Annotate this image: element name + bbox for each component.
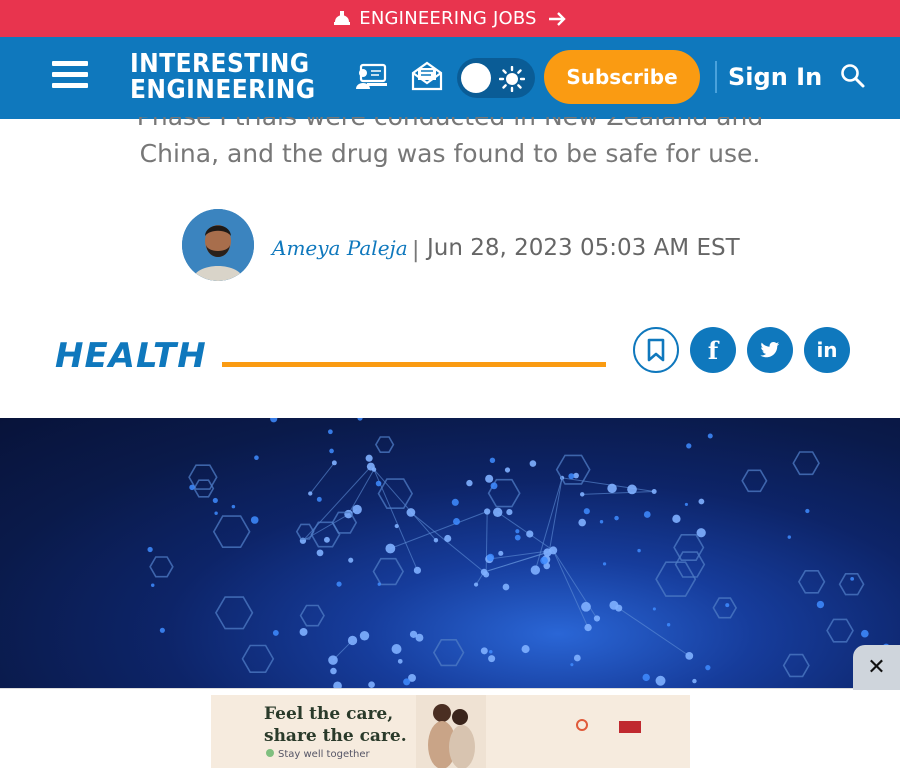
- leaf-icon: [266, 749, 274, 757]
- article-hero-image: [0, 418, 900, 688]
- linkedin-share-button[interactable]: in: [804, 327, 850, 373]
- sign-in-link[interactable]: Sign In: [728, 63, 822, 91]
- category-underline: [222, 362, 606, 367]
- bookmark-icon: [647, 338, 665, 362]
- close-icon: ✕: [867, 655, 886, 680]
- sticky-ad-bar: Feel the care, share the care. Stay well…: [0, 688, 900, 768]
- linkedin-icon: in: [816, 338, 838, 362]
- ad-tagline: Stay well together: [266, 749, 370, 760]
- arrow-right-icon: [548, 11, 566, 26]
- sun-icon: [499, 66, 525, 92]
- header-divider: [715, 61, 717, 93]
- webinar-icon[interactable]: [355, 61, 389, 91]
- facebook-share-button[interactable]: f: [690, 327, 736, 373]
- author-avatar[interactable]: [182, 209, 254, 281]
- helmet-icon: [334, 10, 351, 25]
- twitter-icon: [760, 342, 780, 358]
- ad-people-image: [416, 695, 486, 768]
- engineering-jobs-bar[interactable]: ENGINEERING JOBS: [0, 0, 900, 37]
- ad-brand-logo: [576, 719, 588, 731]
- summary-line-2: China, and the drug was found to be safe…: [139, 139, 761, 168]
- site-logo[interactable]: INTERESTING ENGINEERING: [130, 51, 316, 103]
- newsletter-icon[interactable]: [411, 61, 443, 91]
- byline-separator: |: [412, 238, 420, 263]
- author-name[interactable]: Ameya Paleja: [272, 236, 408, 260]
- logo-line-1: INTERESTING: [130, 49, 310, 79]
- subscribe-button[interactable]: Subscribe: [544, 50, 700, 104]
- summary-line-1: Phase I trials were conducted in New Zea…: [136, 102, 764, 131]
- ad-partner-logo: [619, 721, 641, 733]
- ad-headline-line-2: share the care.: [264, 726, 407, 746]
- menu-icon[interactable]: [52, 61, 88, 93]
- bookmark-button[interactable]: [633, 327, 679, 373]
- publish-date: Jun 28, 2023 05:03 AM EST: [427, 235, 740, 261]
- engineering-jobs-label: ENGINEERING JOBS: [359, 8, 537, 29]
- search-icon[interactable]: [840, 63, 866, 89]
- ad-tagline-text: Stay well together: [278, 749, 370, 760]
- ad-headline: Feel the care, share the care.: [264, 703, 407, 747]
- close-ad-button[interactable]: ✕: [853, 645, 900, 690]
- category-label[interactable]: HEALTH: [55, 336, 207, 376]
- ad-banner[interactable]: Feel the care, share the care. Stay well…: [211, 695, 690, 768]
- theme-toggle[interactable]: [457, 58, 535, 98]
- twitter-share-button[interactable]: [747, 327, 793, 373]
- ad-headline-line-1: Feel the care,: [264, 704, 394, 724]
- facebook-icon: f: [707, 335, 719, 365]
- article-summary: Phase I trials were conducted in New Zea…: [0, 98, 900, 172]
- toggle-knob: [461, 63, 491, 93]
